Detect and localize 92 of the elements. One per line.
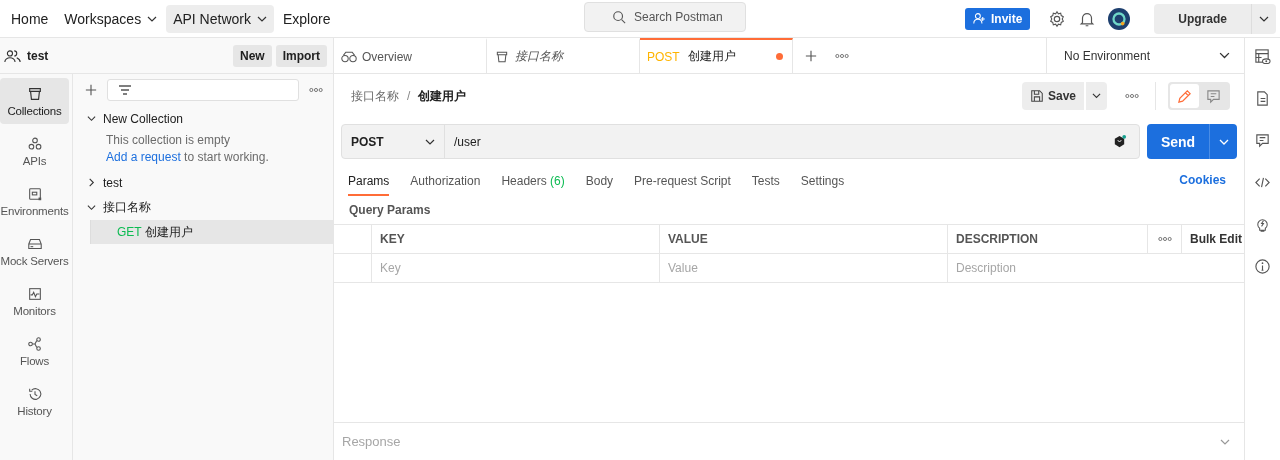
add-request-link[interactable]: Add a request [106, 150, 181, 164]
sidebar-item[interactable]: Collections [0, 78, 69, 124]
response-title: Response [342, 434, 401, 449]
nodes-icon [26, 335, 43, 352]
tab[interactable]: POST 创建用户 [640, 38, 793, 73]
chevron-right-icon [87, 178, 96, 187]
send-button[interactable]: Send [1147, 124, 1209, 159]
section-title: Query Params [348, 202, 431, 219]
caret-icon [1092, 93, 1101, 99]
breadcrumb-separator: / [407, 89, 411, 103]
sidebar-item[interactable]: Mock Servers [0, 228, 69, 274]
import-button[interactable]: Import [275, 44, 327, 67]
settings-icon[interactable] [1048, 9, 1067, 28]
request-url-bar[interactable]: POST /user [341, 124, 1140, 159]
chevron-down-icon [87, 114, 96, 123]
people-icon [4, 48, 21, 63]
empty-message: This collection is empty [106, 133, 231, 147]
bulk-edit-link[interactable]: Bulk Edit [1182, 225, 1244, 253]
nav-link[interactable]: Explore [275, 4, 338, 33]
tree-item[interactable]: 接口名称 [73, 195, 333, 220]
save-button[interactable]: Save [1021, 82, 1084, 110]
upgrade-button[interactable]: Upgrade [1154, 3, 1251, 34]
upgrade-menu-button[interactable] [1251, 3, 1276, 34]
sidebar-item[interactable]: APIs [0, 128, 69, 174]
circles-icon [26, 135, 43, 152]
breadcrumb-link[interactable]: 接口名称 [351, 87, 399, 105]
tab[interactable]: Settings [800, 164, 845, 196]
nav-link[interactable]: API Network [166, 4, 274, 33]
pulse-icon [26, 285, 43, 302]
lightbulb-icon[interactable] [1254, 216, 1271, 233]
binoculars-icon [341, 49, 357, 64]
search-icon [612, 10, 626, 24]
comment-icon[interactable] [1254, 132, 1271, 149]
cookies-link[interactable]: Cookies [1179, 173, 1226, 187]
document-icon[interactable] [1254, 90, 1271, 107]
url-field[interactable]: /user [445, 124, 1112, 159]
more-icon[interactable] [835, 52, 849, 59]
tab[interactable]: Authorization [410, 164, 481, 196]
column-header: VALUE [660, 225, 948, 253]
tree-item[interactable]: test [73, 170, 333, 195]
search-field[interactable]: Search Postman [584, 2, 746, 32]
chevron-down-icon [87, 203, 96, 212]
tab[interactable]: Overview [334, 38, 487, 73]
more-icon[interactable] [1157, 236, 1172, 242]
empty-hint: to start working. [183, 150, 269, 164]
tab[interactable]: Headers (6) [501, 164, 565, 196]
caret-icon [425, 138, 435, 145]
environment-icon [26, 185, 43, 202]
table-eye-icon[interactable] [1254, 48, 1271, 65]
sidebar-item[interactable]: Environments [0, 178, 69, 224]
tab[interactable]: Params [348, 164, 390, 196]
nav-link[interactable]: Home [4, 4, 56, 33]
edit-button[interactable] [1170, 84, 1199, 108]
sidebar-item[interactable]: History [0, 378, 69, 424]
pencil-icon [1177, 88, 1192, 104]
history-icon [26, 385, 43, 402]
add-person-icon [972, 12, 986, 25]
table-input[interactable]: Key [372, 254, 660, 282]
new-button[interactable]: New [232, 44, 272, 67]
workspace-name: test [27, 48, 49, 63]
chevron-icon[interactable] [1220, 438, 1230, 445]
tab[interactable]: Body [585, 164, 614, 196]
table-input[interactable]: Value [660, 254, 948, 282]
request-title: 创建用户 [418, 87, 467, 105]
trash-bin-icon [26, 85, 43, 102]
sidebar-item[interactable]: Monitors [0, 278, 69, 324]
new-tab-icon[interactable] [805, 49, 817, 62]
sidebar-item[interactable]: Flows [0, 328, 69, 374]
nav-link[interactable]: Workspaces [57, 4, 165, 33]
tab[interactable]: Tests [751, 164, 780, 196]
table-input[interactable]: Description [948, 254, 1244, 282]
more-icon[interactable] [1125, 93, 1139, 99]
tree-item[interactable]: New Collection [73, 106, 333, 131]
avatar-icon[interactable] [1108, 7, 1131, 30]
cube-icon [1112, 134, 1127, 149]
caret-icon [1218, 138, 1229, 145]
caret-icon [1219, 52, 1230, 59]
more-icon[interactable] [309, 87, 323, 93]
caret-icon [1259, 15, 1269, 22]
column-header: DESCRIPTION [948, 225, 1148, 253]
filter-field[interactable] [107, 79, 299, 101]
request-item[interactable]: GET 创建用户 [90, 220, 333, 244]
send-menu-button[interactable] [1209, 124, 1237, 159]
comment-icon [1206, 88, 1221, 104]
trash-bin-icon [494, 49, 510, 64]
tab[interactable]: Pre-request Script [634, 164, 731, 196]
info-icon[interactable] [1254, 258, 1271, 275]
filter-icon [118, 84, 132, 96]
add-icon[interactable] [85, 84, 97, 96]
method-dropdown[interactable]: POST [342, 125, 445, 158]
invite-button[interactable]: Invite [964, 7, 1031, 30]
column-header: KEY [372, 225, 660, 253]
